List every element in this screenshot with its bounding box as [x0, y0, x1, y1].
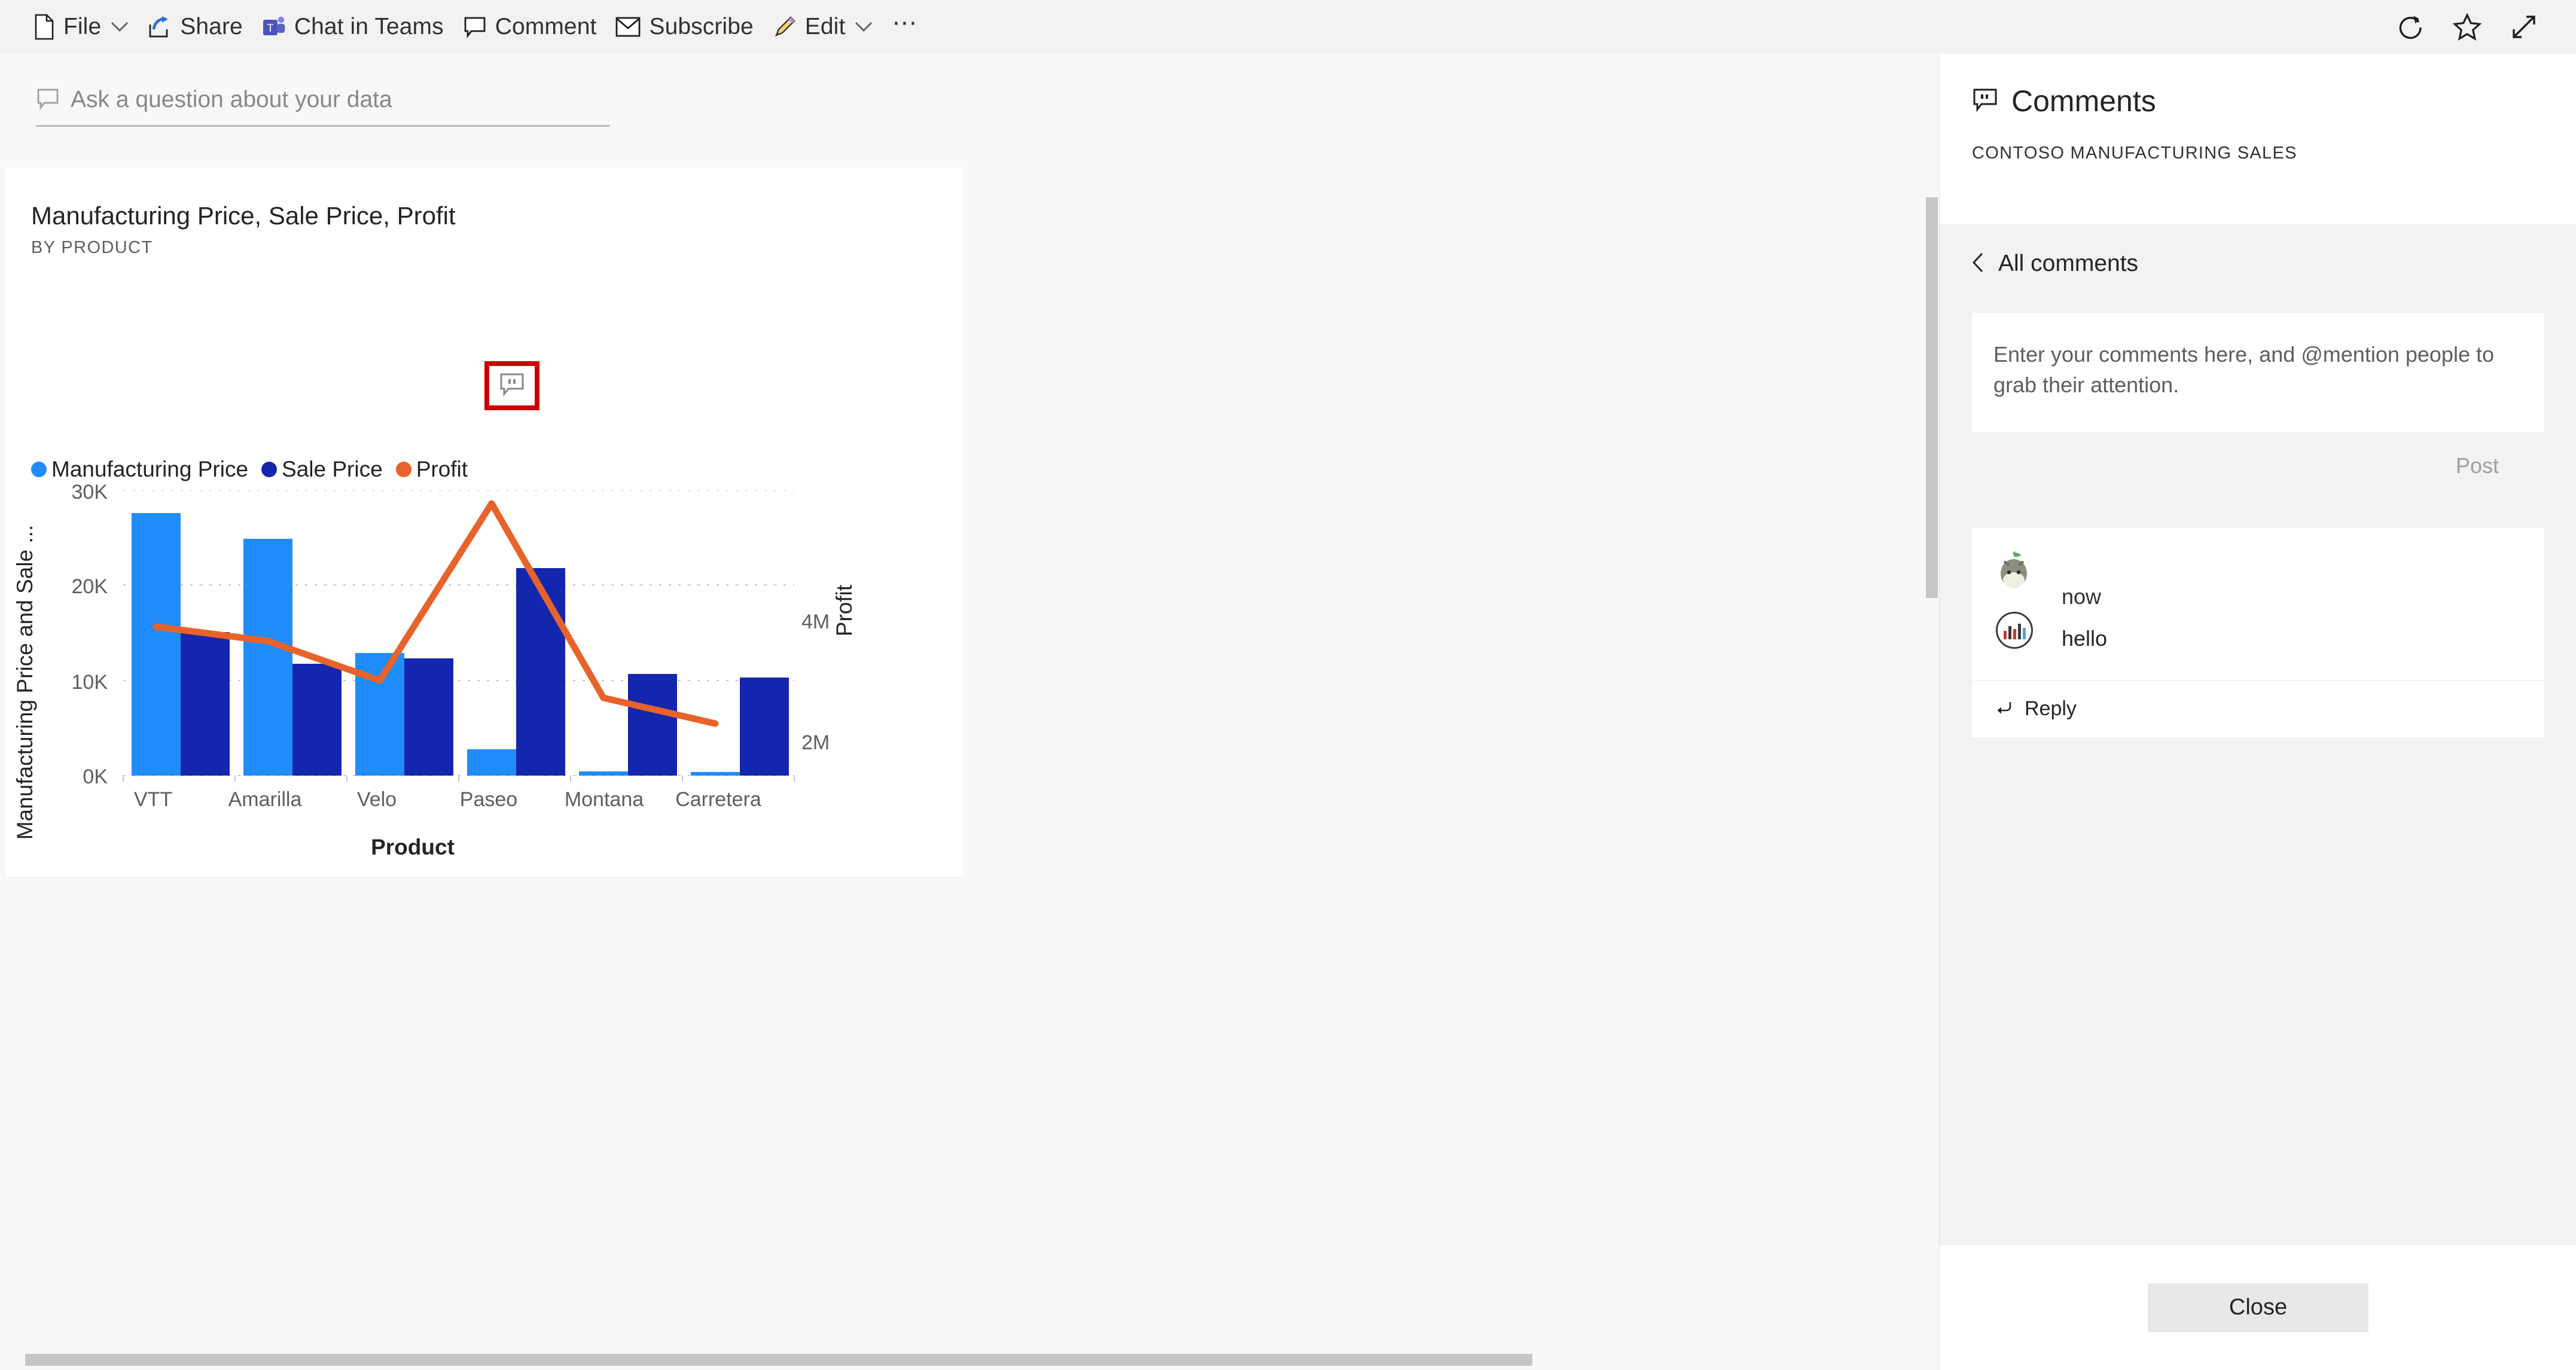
chart-svg: [123, 490, 795, 782]
x-tick-montana: Montana: [564, 788, 644, 811]
chevron-left-icon: [1972, 252, 1984, 276]
x-tick-paseo: Paseo: [459, 788, 518, 811]
toolbar-item-chat-in-teams[interactable]: T Chat in Teams: [252, 0, 453, 54]
all-comments-back-button[interactable]: All comments: [1940, 224, 2576, 303]
x-axis-title: Product: [371, 835, 455, 859]
comment-icon: [463, 16, 487, 38]
share-icon: [148, 15, 172, 39]
legend-swatch-sale-price: [261, 462, 278, 477]
file-icon: [33, 14, 55, 40]
comments-panel-footer: Close: [1940, 1245, 2576, 1370]
fullscreen-icon[interactable]: [2496, 13, 2552, 41]
teams-icon: T: [262, 15, 286, 39]
toolbar-item-chat-in-teams-label: Chat in Teams: [294, 14, 444, 39]
reply-arrow-icon: [1995, 700, 2013, 718]
toolbar-item-edit-label: Edit: [804, 14, 846, 39]
svg-text:T: T: [267, 22, 273, 34]
canvas-vertical-scrollbar-thumb[interactable]: [1926, 197, 1938, 598]
comment-timestamp: now: [2062, 584, 2102, 609]
legend-label-profit: Profit: [416, 457, 468, 481]
visual-card[interactable]: Manufacturing Price, Sale Price, Profit …: [6, 167, 963, 876]
legend-item-sale-price[interactable]: Sale Price: [261, 457, 383, 482]
visual-comment-button[interactable]: [484, 361, 539, 410]
comments-panel-title-row: Comments: [1972, 84, 2544, 118]
refresh-icon[interactable]: [2382, 13, 2438, 41]
comment-icon: [1972, 87, 1998, 115]
legend-item-manufacturing-price[interactable]: Manufacturing Price: [31, 457, 248, 482]
comment-icon: [499, 372, 525, 400]
visual-title: Manufacturing Price, Sale Price, Profit: [31, 202, 456, 230]
comment-thread: now hello Reply: [1972, 528, 2544, 738]
x-tick-carretera: Carretera: [675, 788, 761, 811]
qna-search-wrapper: Ask a question about your data: [36, 87, 610, 127]
x-tick-vtt: VTT: [133, 788, 173, 811]
toolbar-item-comment[interactable]: Comment: [453, 0, 606, 54]
toolbar-item-share[interactable]: Share: [138, 0, 252, 54]
new-comment-footer: Post: [1940, 432, 2576, 492]
chart-plot-area[interactable]: Manufacturing Price and Sale ... Profit …: [6, 481, 963, 873]
comments-panel-header: Comments CONTOSO MANUFACTURING SALES: [1940, 54, 2576, 224]
legend-swatch-profit: [395, 462, 411, 477]
new-comment-input[interactable]: Enter your comments here, and @mention p…: [1972, 313, 2544, 432]
report-canvas: Ask a question about your data Manufactu…: [0, 54, 1939, 1370]
top-toolbar: File Share T Chat in Teams Comment Subsc…: [0, 0, 2576, 54]
toolbar-item-subscribe[interactable]: Subscribe: [606, 0, 763, 54]
chart-legend: Manufacturing Price Sale Price Profit: [31, 457, 481, 482]
favorite-star-icon[interactable]: [2438, 13, 2496, 41]
user-avatar: [1996, 550, 2032, 589]
comments-panel: Comments CONTOSO MANUFACTURING SALES All…: [1939, 54, 2576, 1370]
qna-comment-icon: [36, 87, 60, 113]
comments-panel-body: All comments Enter your comments here, a…: [1940, 224, 2576, 1299]
comment-item: now hello: [1972, 528, 2544, 680]
canvas-horizontal-scrollbar-thumb[interactable]: [25, 1354, 1532, 1366]
chevron-down-icon: [855, 22, 873, 32]
comments-panel-title: Comments: [2011, 84, 2156, 118]
toolbar-right-group: [2382, 0, 2552, 54]
qna-search-input[interactable]: Ask a question about your data: [36, 87, 610, 127]
envelope-icon: [615, 17, 641, 37]
chart-x-ticks: [123, 776, 795, 782]
canvas-vertical-scrollbar[interactable]: [1925, 54, 1939, 1370]
toolbar-item-share-label: Share: [180, 14, 243, 39]
legend-item-profit[interactable]: Profit: [395, 457, 468, 482]
comment-reply-button[interactable]: Reply: [1972, 680, 2544, 738]
all-comments-label: All comments: [1998, 251, 2139, 276]
legend-label-manufacturing-price: Manufacturing Price: [51, 457, 249, 481]
pencil-icon: [773, 15, 797, 39]
legend-label-sale-price: Sale Price: [282, 457, 383, 481]
comment-reply-label: Reply: [2025, 697, 2077, 721]
qna-placeholder: Ask a question about your data: [71, 87, 392, 112]
toolbar-more-button[interactable]: ⋯: [882, 0, 928, 54]
more-ellipsis-icon: ⋯: [892, 8, 919, 36]
legend-swatch-manufacturing-price: [31, 462, 47, 477]
toolbar-item-file[interactable]: File: [24, 0, 138, 54]
x-tick-amarilla: Amarilla: [228, 788, 302, 811]
chart-badge-icon: [1996, 612, 2033, 649]
x-tick-velo: Velo: [356, 788, 397, 811]
visual-subtitle: BY PRODUCT: [31, 238, 153, 257]
post-button[interactable]: Post: [2410, 441, 2544, 492]
comments-panel-report-name: CONTOSO MANUFACTURING SALES: [1972, 144, 2297, 163]
comment-text: hello: [2062, 626, 2108, 651]
toolbar-item-subscribe-label: Subscribe: [649, 14, 754, 39]
chevron-down-icon: [111, 22, 129, 32]
toolbar-item-file-label: File: [63, 14, 102, 39]
close-button[interactable]: Close: [2148, 1283, 2368, 1332]
new-comment-box: Enter your comments here, and @mention p…: [1972, 313, 2544, 433]
toolbar-item-edit[interactable]: Edit: [763, 0, 883, 54]
toolbar-item-comment-label: Comment: [495, 14, 597, 39]
